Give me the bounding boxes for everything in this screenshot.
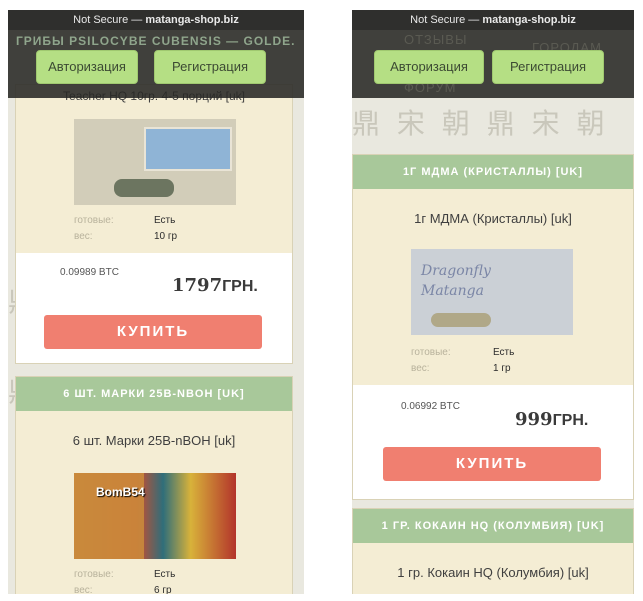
site-header: ГРИБЫ PSILOCYBE CUBENSIS — GOLDE... Авто… <box>8 30 304 98</box>
weight-label: вес: <box>74 231 93 242</box>
product-card: 6 ШТ. МАРКИ 25B-NBOH [UK] 6 шт. Марки 25… <box>15 376 293 594</box>
weight-row: вес: 1 гр <box>411 363 571 377</box>
product-photo <box>74 119 236 205</box>
price-currency: ГРН. <box>222 278 258 295</box>
stock-row: готовые: Есть <box>411 347 571 361</box>
weight-label: вес: <box>411 363 430 374</box>
product-title: 1г МДМА (Кристаллы) [uk] <box>414 211 572 226</box>
stock-row: готовые: Есть <box>74 215 234 229</box>
register-button[interactable]: Регистрация <box>492 50 604 84</box>
price-number: 1797 <box>172 275 223 296</box>
product-photo-text: Dragonfly <box>421 263 491 279</box>
browser-url-bar[interactable]: Not Secure — matanga-shop.biz <box>352 10 634 30</box>
product-photo-text: Matanga <box>421 283 484 299</box>
uah-price: 999ГРН. <box>515 409 588 430</box>
stock-label: готовые: <box>411 347 451 358</box>
site-header: ОТЗЫВЫ ГОРОДАМ ФОРУМ Авторизация Регистр… <box>352 30 634 98</box>
url-domain: matanga-shop.biz <box>145 14 239 26</box>
stock-value: Есть <box>493 347 515 358</box>
stock-row: готовые: Есть <box>74 569 234 583</box>
url-prefix: Not Secure — <box>73 14 146 26</box>
uah-price: 1797ГРН. <box>172 275 258 296</box>
product-card-header[interactable]: 1Г МДМА (КРИСТАЛЛЫ) [UK] <box>353 155 633 189</box>
product-photo-crystals <box>431 313 491 327</box>
product-title: 1 гр. Кокаин HQ (Колумбия) [uk] <box>397 565 589 580</box>
stock-label: готовые: <box>74 569 114 580</box>
url-domain: matanga-shop.biz <box>482 14 576 26</box>
nav-link-reviews[interactable]: ОТЗЫВЫ <box>404 32 467 47</box>
stock-value: Есть <box>154 215 176 226</box>
product-title: 6 шт. Марки 25B-nBOH [uk] <box>72 433 236 448</box>
btc-price: 0.09989 BTC <box>60 267 119 278</box>
stock-value: Есть <box>154 569 176 580</box>
product-photo: Dragonfly Matanga <box>411 249 573 335</box>
weight-value: 10 гр <box>154 231 178 242</box>
product-photo-sticker <box>144 127 232 171</box>
stock-label: готовые: <box>74 215 114 226</box>
product-photo: BomB54 <box>74 473 236 559</box>
left-phone-screen: 鼎 宋 朝 鼎 宋 朝 鼎 宋 朝 鼎 宋 朝 Not Secure — mat… <box>8 10 304 594</box>
product-card-header[interactable]: 1 ГР. КОКАИН HQ (КОЛУМБИЯ) [UK] <box>353 509 633 543</box>
product-photo-shadow <box>114 179 174 197</box>
price-currency: ГРН. <box>552 412 589 429</box>
register-button[interactable]: Регистрация <box>154 50 266 84</box>
page-title-behind-header: ГРИБЫ PSILOCYBE CUBENSIS — GOLDE... <box>16 34 296 48</box>
buy-button[interactable]: КУПИТЬ <box>383 447 601 481</box>
background-pattern: 鼎 宋 朝 鼎 宋 朝 <box>352 107 609 140</box>
weight-row: вес: 6 гр <box>74 585 234 594</box>
product-card: 1Г МДМА (КРИСТАЛЛЫ) [UK] 1г МДМА (Криста… <box>352 154 634 500</box>
weight-value: 1 гр <box>493 363 511 374</box>
product-card: Teacher HQ 10гр. 4-5 порций [uk] готовые… <box>15 84 293 364</box>
product-card-header[interactable]: 6 ШТ. МАРКИ 25B-NBOH [UK] <box>16 377 292 411</box>
price-number: 999 <box>515 409 553 430</box>
weight-value: 6 гр <box>154 585 172 594</box>
btc-price: 0.06992 BTC <box>401 401 460 412</box>
right-phone-screen: 鼎 宋 朝 鼎 宋 朝 鼎 宋 朝 鼎 宋 朝 Not Secure — mat… <box>352 10 634 594</box>
product-photo-caption: BomB54 <box>96 485 145 499</box>
price-box: 0.06992 BTC 999ГРН. КУПИТЬ <box>353 385 633 499</box>
buy-button[interactable]: КУПИТЬ <box>44 315 262 349</box>
login-button[interactable]: Авторизация <box>374 50 484 84</box>
login-button[interactable]: Авторизация <box>36 50 138 84</box>
weight-row: вес: 10 гр <box>74 231 234 245</box>
url-prefix: Not Secure — <box>410 14 483 26</box>
product-card: 1 ГР. КОКАИН HQ (КОЛУМБИЯ) [UK] 1 гр. Ко… <box>352 508 634 594</box>
weight-label: вес: <box>74 585 93 594</box>
browser-url-bar[interactable]: Not Secure — matanga-shop.biz <box>8 10 304 30</box>
price-box: 0.09989 BTC 1797ГРН. КУПИТЬ <box>16 253 292 363</box>
